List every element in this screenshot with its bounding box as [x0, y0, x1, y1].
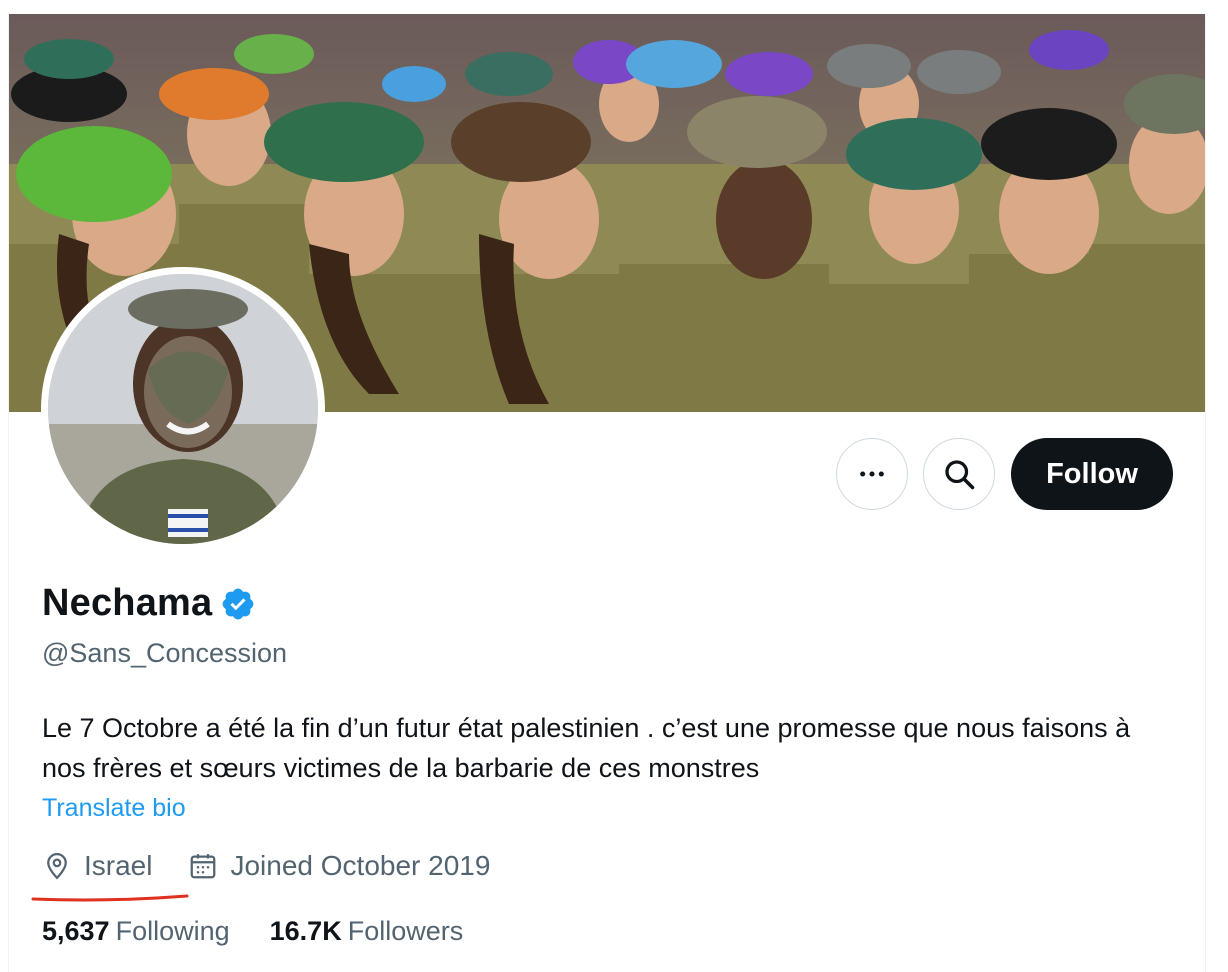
calendar-icon: [191, 854, 216, 879]
following-label: Following: [115, 916, 230, 946]
top-strip: [0, 0, 1228, 14]
search-button[interactable]: [923, 438, 995, 510]
profile-bio: Le 7 Octobre a été la fin d’un futur éta…: [42, 713, 1131, 783]
followers-label: Followers: [347, 916, 464, 946]
joined-text: Joined October 2019: [230, 850, 491, 881]
name-row: Nechama: [42, 582, 256, 625]
following-count: 5,637: [42, 916, 110, 946]
location-text: Israel: [84, 850, 153, 881]
location-item: Israel: [42, 850, 152, 882]
follow-button[interactable]: Follow: [1011, 438, 1173, 510]
search-icon: [945, 460, 975, 490]
verified-badge-icon[interactable]: [220, 586, 256, 622]
translate-bio-link[interactable]: Translate bio: [42, 794, 186, 823]
location-pin-icon: [47, 852, 67, 880]
followers-link[interactable]: 16.7K Followers: [270, 916, 464, 947]
following-link[interactable]: 5,637 Following: [42, 916, 230, 947]
profile-meta-row: Israel Joined October 2019: [42, 850, 490, 882]
follow-stats: 5,637 Following 16.7K Followers: [42, 916, 463, 947]
joined-item: Joined October 2019: [188, 850, 490, 882]
profile-avatar[interactable]: [41, 267, 325, 551]
more-options-button[interactable]: [836, 438, 908, 510]
avatar-image: [48, 274, 318, 544]
profile-handle: @Sans_Concession: [42, 638, 288, 668]
more-horizontal-icon: [860, 471, 884, 477]
followers-count: 16.7K: [269, 916, 342, 946]
red-underline-annotation: [31, 894, 189, 902]
display-name: Nechama: [42, 582, 213, 624]
